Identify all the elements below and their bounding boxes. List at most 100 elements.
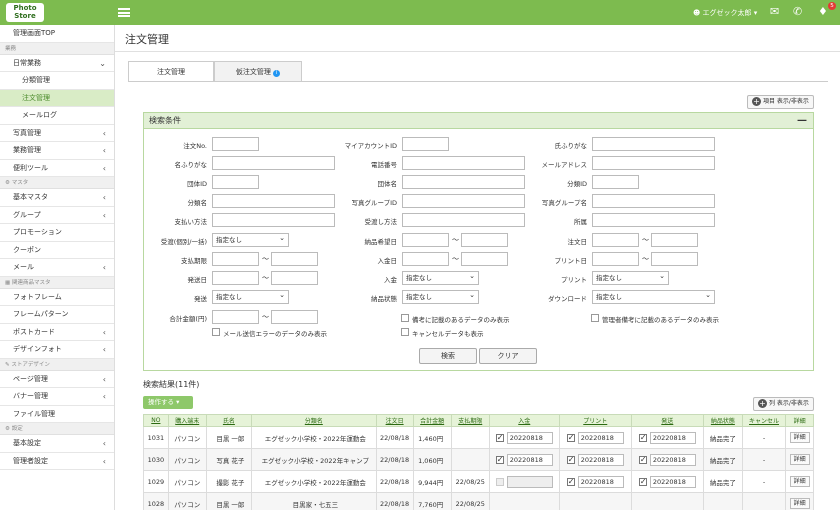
sidebar-item-admin-settings[interactable]: 管理者設定 ‹: [0, 453, 114, 470]
belong-input[interactable]: [592, 213, 715, 227]
sidebar-item-photo[interactable]: 写真管理 ‹: [0, 125, 114, 142]
col-deposit[interactable]: 入金: [488, 414, 560, 427]
ship-checkbox[interactable]: ✓: [638, 433, 647, 442]
operations-button[interactable]: 操作する ▾: [143, 396, 193, 409]
sidebar-item-tools[interactable]: 便利ツール ‹: [0, 160, 114, 177]
toggle-columns-button[interactable]: + 列 表示/非表示: [753, 397, 814, 411]
photo-group-name-input[interactable]: [592, 194, 715, 208]
sidebar-item-basic-settings[interactable]: 基本設定 ‹: [0, 435, 114, 453]
ship-date-input[interactable]: 20220818: [649, 475, 696, 488]
detail-button[interactable]: 詳細: [789, 476, 810, 487]
admin-note-checkbox[interactable]: [591, 314, 599, 322]
deposit-checkbox[interactable]: [495, 477, 504, 486]
deposit-date-input[interactable]: 20220818: [506, 453, 553, 466]
col-cancel[interactable]: キャンセル: [741, 414, 787, 427]
group-id-input[interactable]: [212, 175, 259, 189]
sidebar-item-daily[interactable]: 日常業務 ⌄: [0, 55, 114, 72]
sidebar-item-mail-log[interactable]: メールログ: [0, 107, 114, 125]
sidebar-item-coupon[interactable]: クーポン: [0, 242, 114, 259]
sidebar-item-design-photo[interactable]: デザインフォト ‹: [0, 341, 114, 359]
col-device[interactable]: 購入端末: [167, 414, 207, 427]
delivery-status-select[interactable]: 指定なし: [402, 289, 479, 304]
note-only-checkbox[interactable]: [401, 314, 409, 322]
sidebar-item-photo-frame[interactable]: フォトフレーム: [0, 289, 114, 306]
order-no-input[interactable]: [212, 137, 259, 151]
col-name[interactable]: 氏名: [205, 414, 253, 427]
deposit-date-from[interactable]: [402, 252, 449, 266]
col-total[interactable]: 合計金額: [412, 414, 452, 427]
col-ship[interactable]: 発送: [630, 414, 704, 427]
pay-due-to[interactable]: [271, 252, 318, 266]
deposit-date-input[interactable]: 20220818: [506, 431, 553, 444]
detail-button[interactable]: 詳細: [789, 432, 810, 443]
search-button[interactable]: 検索: [419, 348, 477, 364]
col-date[interactable]: 注文日: [375, 414, 414, 427]
sidebar-item-orders[interactable]: 注文管理: [0, 89, 114, 107]
store-logo[interactable]: Photo Store: [6, 3, 44, 22]
print-checkbox[interactable]: ✓: [566, 455, 575, 464]
order-date-from[interactable]: [592, 233, 639, 247]
print-date-from[interactable]: [592, 252, 639, 266]
tab-orders[interactable]: 注文管理: [128, 61, 214, 82]
print-date-input[interactable]: 20220818: [577, 453, 624, 466]
print-date-input[interactable]: 20220818: [577, 431, 624, 444]
print-checkbox[interactable]: ✓: [566, 477, 575, 486]
detail-button[interactable]: 詳細: [789, 498, 810, 509]
tab-temp-orders[interactable]: 仮注文管理 i: [214, 61, 302, 81]
sidebar-item-mail[interactable]: メール ‹: [0, 259, 114, 277]
collapse-icon[interactable]: —: [797, 113, 807, 129]
ship-date-to[interactable]: [271, 271, 318, 285]
sidebar-item-page[interactable]: ページ管理 ‹: [0, 371, 114, 388]
detail-button[interactable]: 詳細: [789, 454, 810, 465]
ship-date-input[interactable]: 20220818: [649, 431, 696, 444]
total-from[interactable]: [212, 310, 259, 324]
col-due[interactable]: 支払期限: [450, 414, 490, 427]
receive-input[interactable]: [402, 213, 525, 227]
sidebar-item-frame-pattern[interactable]: フレームパターン: [0, 306, 114, 324]
sidebar-item-group[interactable]: グループ ‹: [0, 207, 114, 224]
ship-select[interactable]: 指定なし: [212, 289, 289, 304]
pay-due-from[interactable]: [212, 252, 259, 266]
col-no[interactable]: NO: [143, 414, 169, 427]
col-class[interactable]: 分類名: [251, 414, 377, 427]
class-id-input[interactable]: [592, 175, 639, 189]
delivery-wish-to[interactable]: [461, 233, 508, 247]
toggle-items-button[interactable]: + 項目 表示/非表示: [747, 95, 814, 109]
sidebar-item-file[interactable]: ファイル管理: [0, 406, 114, 423]
group-name-input[interactable]: [402, 175, 525, 189]
menu-toggle-icon[interactable]: [118, 8, 130, 17]
sidebar-item-class[interactable]: 分類管理: [0, 72, 114, 90]
print-date-to[interactable]: [651, 252, 698, 266]
col-status[interactable]: 納品状態: [702, 414, 743, 427]
mail-icon[interactable]: ✉: [770, 5, 779, 18]
include-cancel-checkbox[interactable]: [401, 328, 409, 336]
phone-input[interactable]: [402, 156, 525, 170]
mail-error-checkbox[interactable]: [212, 328, 220, 336]
download-select[interactable]: 指定なし: [592, 289, 715, 304]
account-id-input[interactable]: [402, 137, 449, 151]
deposit-date-input[interactable]: [506, 475, 553, 488]
print-checkbox[interactable]: ✓: [566, 433, 575, 442]
print-select[interactable]: 指定なし: [592, 270, 669, 285]
sidebar-item-postcard[interactable]: ポストカード ‹: [0, 324, 114, 341]
ship-date-input[interactable]: 20220818: [649, 453, 696, 466]
sidebar-item-business[interactable]: 業務管理 ‹: [0, 142, 114, 160]
delivery-wish-from[interactable]: [402, 233, 449, 247]
ship-checkbox[interactable]: ✓: [638, 455, 647, 464]
clear-button[interactable]: クリア: [479, 348, 537, 364]
ship-checkbox[interactable]: ✓: [638, 477, 647, 486]
phone-icon[interactable]: ✆: [793, 5, 802, 18]
ship-date-from[interactable]: [212, 271, 259, 285]
order-date-to[interactable]: [651, 233, 698, 247]
receive-kind-select[interactable]: 指定なし: [212, 232, 289, 247]
deposit-checkbox[interactable]: ✓: [495, 455, 504, 464]
deposit-select[interactable]: 指定なし: [402, 270, 479, 285]
last-kana-input[interactable]: [592, 137, 715, 151]
sidebar-item-banner[interactable]: バナー管理 ‹: [0, 388, 114, 406]
total-to[interactable]: [271, 310, 318, 324]
photo-group-id-input[interactable]: [402, 194, 525, 208]
print-date-input[interactable]: 20220818: [577, 475, 624, 488]
deposit-checkbox[interactable]: ✓: [495, 433, 504, 442]
col-print[interactable]: プリント: [558, 414, 632, 427]
email-input[interactable]: [592, 156, 715, 170]
